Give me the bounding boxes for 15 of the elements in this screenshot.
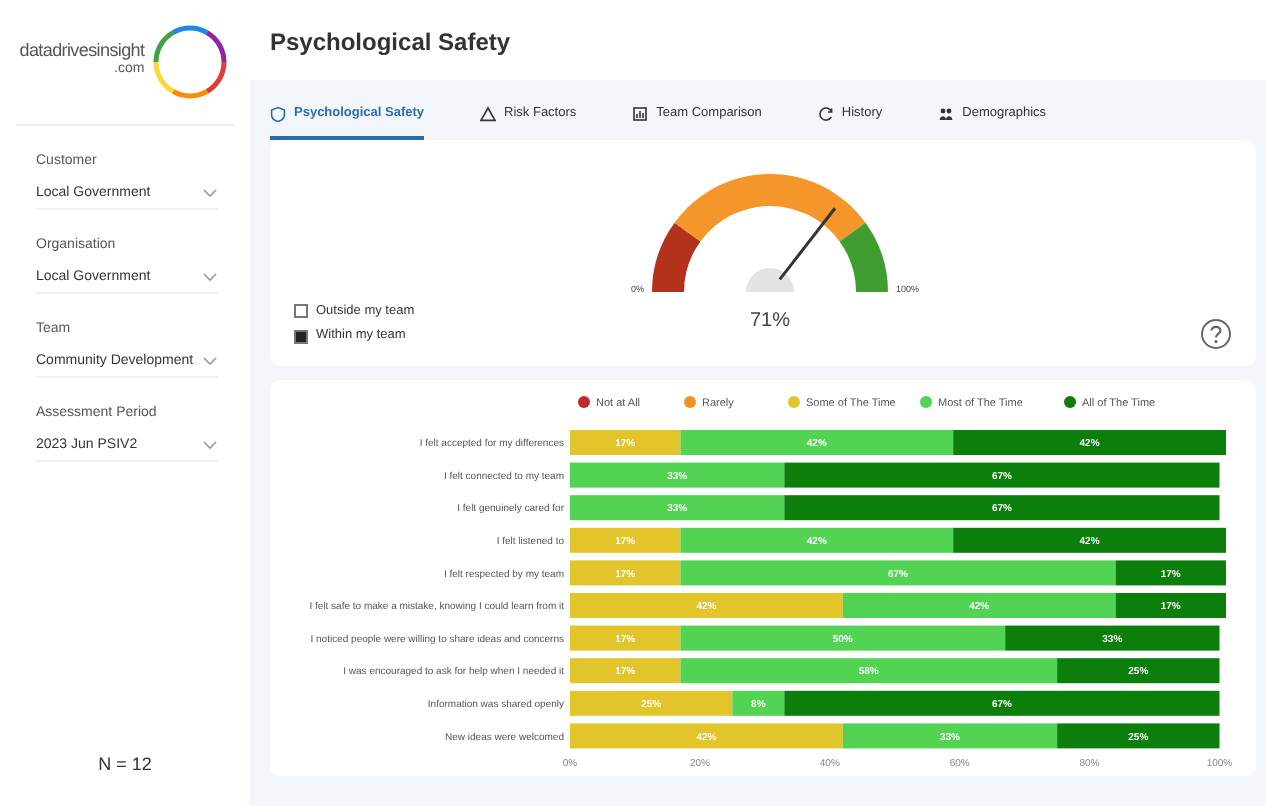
gauge-needle (778, 207, 837, 281)
refresh-icon (817, 105, 834, 121)
chevron-down-icon (202, 272, 218, 283)
people-icon (938, 105, 955, 121)
chart-icon (632, 105, 649, 121)
page-title: Psychological Safety (250, 0, 1266, 80)
chevron-down-icon (202, 440, 218, 451)
gauge-reading: 71% (750, 310, 790, 332)
help-icon[interactable] (1200, 318, 1232, 350)
shield-icon (270, 105, 286, 121)
gauge-hub (746, 268, 794, 292)
chevron-down-icon (202, 356, 218, 367)
chevron-down-icon (202, 188, 218, 199)
warning-icon (480, 105, 497, 121)
sample-size: N = 12 (96, 751, 154, 777)
